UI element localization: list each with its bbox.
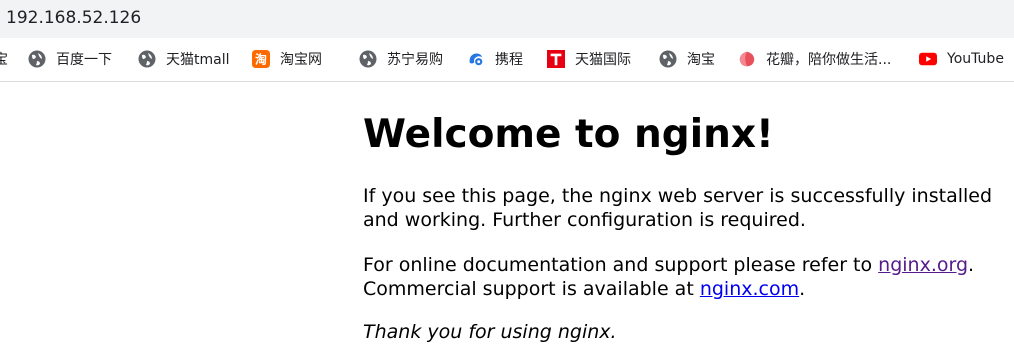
bookmark-tmall[interactable]: 天猫tmall (138, 48, 230, 70)
support-period: . (968, 254, 975, 276)
bookmark-youtube[interactable]: YouTube (919, 48, 1004, 70)
bookmark-label: 淘宝网 (280, 52, 322, 68)
bookmark-label: 天猫tmall (166, 52, 230, 68)
bookmark-label: 淘宝 (687, 52, 715, 68)
commercial-period: . (799, 278, 806, 300)
youtube-icon (919, 50, 937, 68)
bookmark-suning[interactable]: 苏宁易购 (359, 48, 443, 70)
support-paragraph: For online documentation and support ple… (363, 253, 1003, 301)
bookmark-label: 天猫国际 (575, 52, 631, 68)
globe-icon (138, 50, 156, 68)
page-title: Welcome to nginx! (363, 112, 774, 157)
bookmark-truncated[interactable]: 宝 (0, 48, 8, 70)
thanks-paragraph: Thank you for using nginx. (363, 321, 617, 343)
bookmark-tmall-global[interactable]: 天猫国际 (547, 48, 631, 70)
nginx-com-link[interactable]: nginx.com (700, 278, 799, 300)
bookmark-label: 携程 (495, 52, 523, 68)
bookmark-label: 百度一下 (56, 52, 112, 68)
globe-icon (359, 50, 377, 68)
ctrip-icon (467, 50, 485, 68)
tmall-global-icon (547, 50, 565, 68)
bookmark-baidu[interactable]: 百度一下 (28, 48, 112, 70)
support-text: For online documentation and support ple… (363, 254, 879, 276)
intro-paragraph: If you see this page, the nginx web serv… (363, 185, 993, 231)
svg-text:淘: 淘 (255, 53, 267, 67)
commercial-text: Commercial support is available at (363, 278, 700, 300)
bookmark-ctrip[interactable]: 携程 (467, 48, 523, 70)
bookmarks-bar: 宝 百度一下 天猫tmall 淘 淘宝网 苏宁易购 携程 天猫国际 淘宝 花瓣，… (0, 38, 1014, 82)
nginx-org-link[interactable]: nginx.org (878, 254, 968, 276)
url-text[interactable]: 192.168.52.126 (6, 8, 141, 28)
bookmark-label: 花瓣，陪你做生活... (766, 52, 892, 68)
bookmark-label: 苏宁易购 (387, 52, 443, 68)
taobao-icon: 淘 (252, 50, 270, 68)
address-bar[interactable]: 192.168.52.126 (0, 0, 1014, 38)
globe-icon (28, 50, 46, 68)
globe-icon (659, 50, 677, 68)
bookmark-taobaowang[interactable]: 淘 淘宝网 (252, 48, 322, 70)
bookmark-taobao[interactable]: 淘宝 (659, 48, 715, 70)
huaban-icon (738, 50, 756, 68)
bookmark-label: YouTube (947, 51, 1004, 67)
bookmark-huaban[interactable]: 花瓣，陪你做生活... (738, 48, 891, 70)
